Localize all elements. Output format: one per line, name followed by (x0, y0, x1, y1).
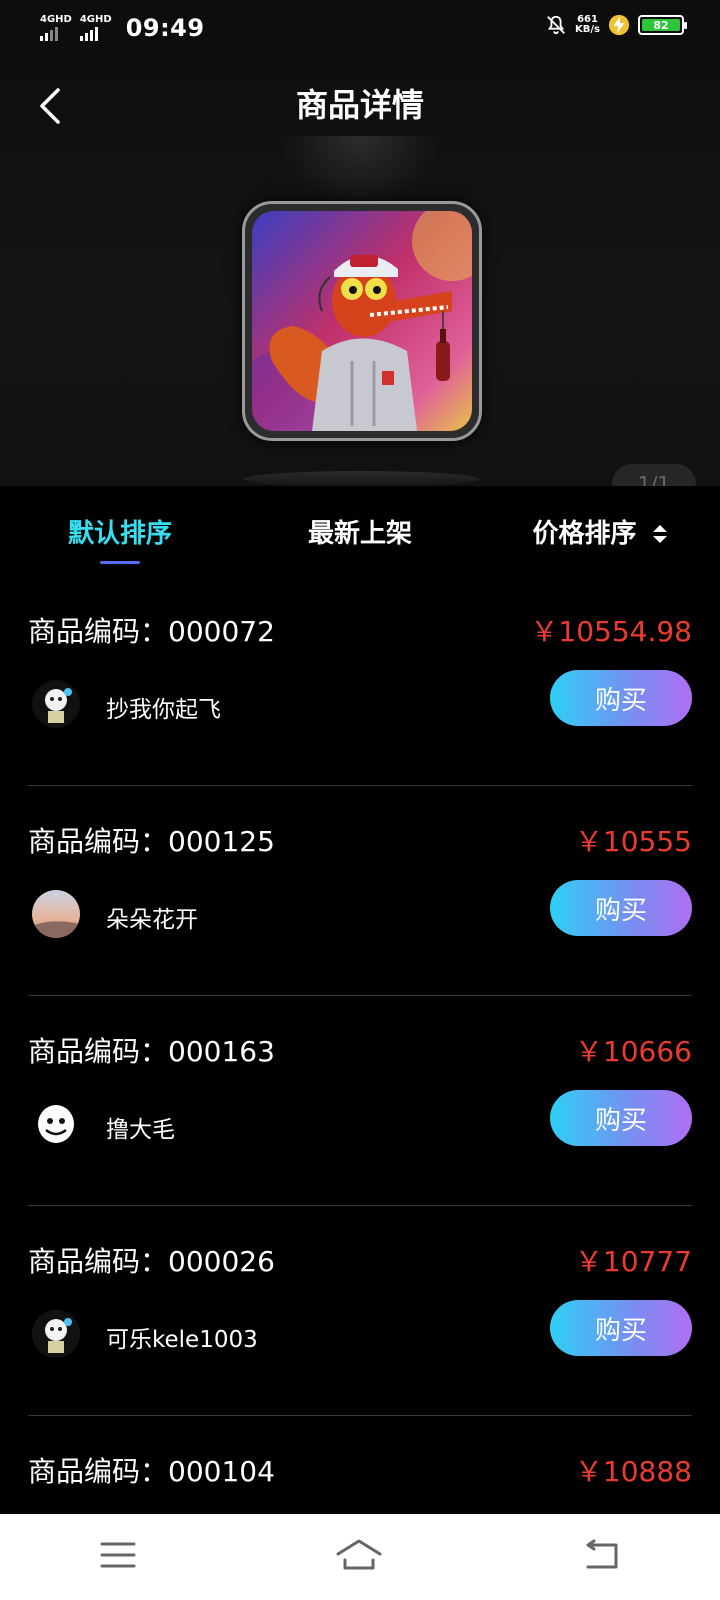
screen: 4GHD 4GHD 09:49 661 KB/s 82 商品详情 1/1 默认排… (0, 0, 720, 1600)
tab-label: 价格排序 (532, 518, 637, 549)
seller-name: 撸大毛 (106, 1117, 175, 1143)
product-image-frame[interactable] (242, 201, 482, 441)
list-item: 商品编码：000125 ￥10555 朵朵花开 购买 (28, 786, 692, 996)
pedestal-decoration (244, 471, 480, 487)
spotlight-decoration (280, 136, 440, 206)
item-code: 商品编码：000163 (28, 1035, 275, 1068)
status-bar: 4GHD 4GHD 09:49 661 KB/s 82 (0, 0, 720, 56)
item-code: 商品编码：000072 (28, 615, 275, 648)
active-tab-indicator (100, 560, 140, 564)
menu-icon (100, 1542, 136, 1568)
home-icon (336, 1539, 382, 1570)
item-price: ￥10777 (574, 1245, 692, 1278)
buy-button[interactable]: 购买 (550, 670, 692, 726)
product-image (252, 211, 472, 431)
home-button[interactable] (335, 1538, 383, 1576)
bell-off-icon (547, 15, 565, 35)
buy-button[interactable]: 购买 (550, 1300, 692, 1356)
avatar (32, 890, 80, 938)
back-nav-button[interactable] (582, 1539, 620, 1575)
list-item: 商品编码：000072 ￥10554.98 抄我你起飞 购买 (28, 576, 692, 786)
avatar (32, 1100, 80, 1148)
item-code: 商品编码：000026 (28, 1245, 275, 1278)
signal-icon: 4GHD (40, 15, 74, 41)
listing-list: 商品编码：000072 ￥10554.98 抄我你起飞 购买 商品编码：0001… (0, 576, 720, 1600)
tab-price-sort[interactable]: 价格排序 (480, 513, 720, 550)
status-right: 661 KB/s 82 (545, 14, 687, 36)
item-code: 商品编码：000104 (28, 1455, 275, 1488)
battery-level: 82 (642, 19, 680, 32)
menu-button[interactable] (100, 1540, 136, 1574)
net-speed-unit: KB/s (575, 24, 600, 35)
avatar (32, 1310, 80, 1358)
signal-label: 4GHD (79, 14, 112, 25)
tab-newest[interactable]: 最新上架 (240, 513, 480, 550)
buy-button[interactable]: 购买 (550, 880, 692, 936)
sort-tabs: 默认排序 最新上架 价格排序 (0, 486, 720, 576)
list-item: 商品编码：000026 ￥10777 可乐kele1003 购买 (28, 1206, 692, 1416)
seller-name: 朵朵花开 (106, 907, 198, 933)
item-price: ￥10555 (574, 825, 692, 858)
net-speed: 661 KB/s (575, 15, 600, 35)
battery-icon: 82 (638, 15, 687, 35)
tab-label: 默认排序 (67, 518, 172, 549)
tab-label: 最新上架 (307, 518, 412, 549)
page-title: 商品详情 (295, 86, 424, 124)
signal-label: 4GHD (40, 14, 72, 25)
system-nav-bar (0, 1514, 720, 1600)
seller-name: 可乐kele1003 (106, 1327, 258, 1353)
buy-button[interactable]: 购买 (550, 1090, 692, 1146)
item-price: ￥10666 (574, 1035, 692, 1068)
return-icon (586, 1539, 618, 1569)
item-price: ￥10554.98 (530, 615, 692, 648)
sort-icon (652, 525, 667, 543)
list-item: 商品编码：000163 ￥10666 撸大毛 购买 (28, 996, 692, 1206)
item-price: ￥10888 (574, 1455, 692, 1488)
seller-name: 抄我你起飞 (106, 697, 221, 723)
tab-default-sort[interactable]: 默认排序 (0, 513, 240, 564)
avatar (32, 680, 80, 728)
signal-icon: 4GHD (79, 14, 114, 41)
charging-bolt-icon (608, 14, 630, 36)
item-code: 商品编码：000125 (28, 825, 275, 858)
status-time: 09:49 (125, 14, 205, 42)
product-hero: 商品详情 1/1 (0, 56, 720, 504)
